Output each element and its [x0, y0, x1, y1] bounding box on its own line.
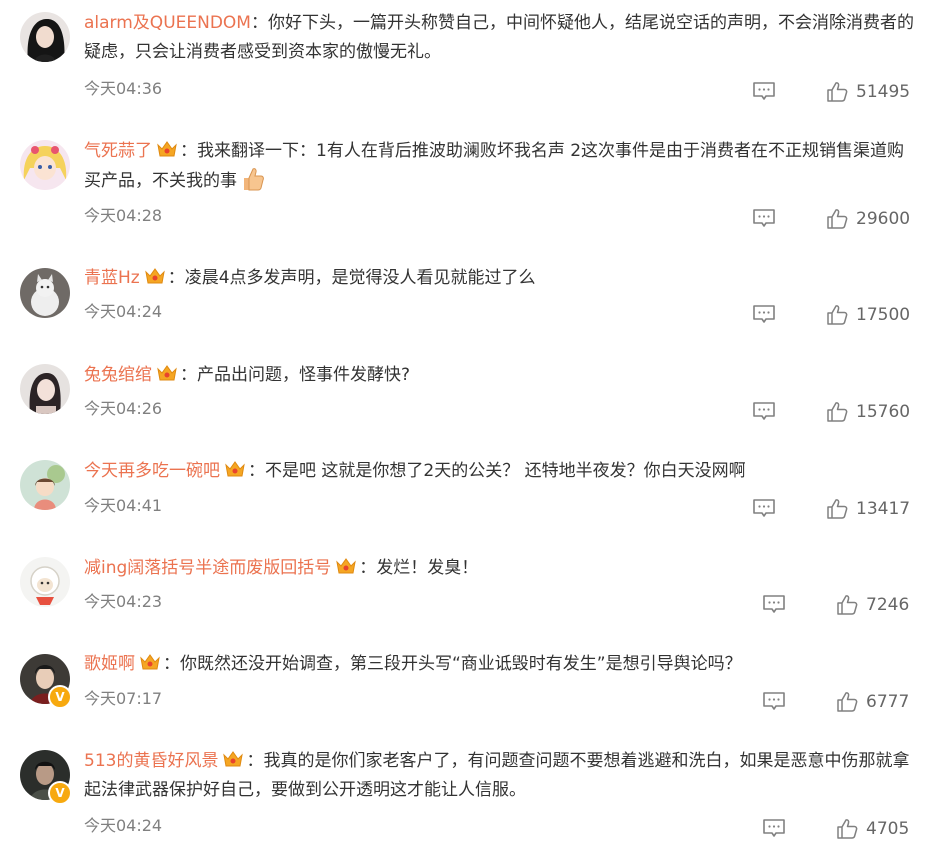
comment-text: 歌姬啊 ：你既然还没开始调查，第三段开头写“商业诋毁时有发生”是想引导舆论吗？ [84, 650, 914, 679]
timestamp: 今天04:36 [84, 79, 163, 98]
username[interactable]: 今天再多吃一碗吧 [84, 461, 220, 481]
avatar-cat-icon [20, 268, 70, 318]
timestamp: 今天04:23 [84, 592, 163, 611]
vip-crown-badge-icon [140, 654, 160, 670]
vip-crown-badge-icon [223, 751, 244, 767]
comment-text: alarm及QUEENDOM：你好下头，一篇开头称赞自己，中间怀疑他人，结尾说空… [84, 9, 914, 67]
thumbs-up-like-icon [827, 499, 848, 519]
like-count: 29600 [856, 209, 911, 229]
comment-text: 减ing阔落括号半途而废版回括号 ：发烂！发臭！ [84, 554, 914, 583]
like-count: 6777 [866, 692, 910, 712]
comment-reply-icon[interactable] [752, 208, 776, 228]
comment-reply-icon[interactable] [752, 401, 776, 421]
comment-body: 不是吧 这就是你想了2天的公关？ 还特地半夜发？你白天没网啊 [265, 461, 746, 481]
comment-reply-icon[interactable] [752, 304, 776, 324]
vip-crown-badge-icon [225, 461, 245, 477]
like-count: 51495 [856, 82, 911, 102]
username[interactable]: 兔兔绾绾 [84, 365, 152, 385]
separator: ： [180, 365, 197, 385]
like-button[interactable]: 13417 [826, 497, 910, 521]
like-button[interactable]: 4705 [836, 817, 909, 841]
thumbs-up-emoji-icon [244, 168, 264, 191]
timestamp: 今天07:17 [84, 689, 163, 708]
separator: ： [359, 558, 377, 578]
separator: ： [163, 654, 180, 674]
vip-crown-badge-icon [157, 365, 177, 381]
avatar[interactable] [20, 460, 70, 510]
comment-text: 今天再多吃一碗吧 ：不是吧 这就是你想了2天的公关？ 还特地半夜发？你白天没网啊 [84, 457, 914, 486]
comment-text: 气死蒜了 ：我来翻译一下：1有人在背后推波助澜败坏我名声 2这次事件是由于消费者在… [84, 137, 914, 196]
separator: ： [246, 751, 264, 771]
avatar-sheep-cartoon-icon [20, 557, 70, 607]
username[interactable]: 青蓝Hz [84, 268, 140, 288]
comment-body: 凌晨4点多发声明，是觉得没人看见就能过了么 [184, 268, 536, 288]
comment-text: 青蓝Hz ：凌晨4点多发声明，是觉得没人看见就能过了么 [84, 264, 914, 293]
like-button[interactable]: 7246 [836, 593, 909, 617]
thumbs-up-like-icon [827, 82, 848, 102]
separator: ： [180, 141, 197, 161]
like-count: 7246 [866, 595, 910, 615]
comment-body: 我来翻译一下：1有人在背后推波助澜败坏我名声 2这次事件是由于消费者在不正规销售… [84, 141, 905, 191]
comment-list: alarm及QUEENDOM：你好下头，一篇开头称赞自己，中间怀疑他人，结尾说空… [0, 0, 940, 857]
like-button[interactable]: 51495 [826, 80, 910, 104]
comment-reply-icon[interactable] [762, 691, 786, 711]
separator: ： [250, 13, 268, 33]
comment-reply-icon[interactable] [752, 81, 776, 101]
vip-crown-badge-icon [157, 141, 177, 157]
timestamp: 今天04:26 [84, 399, 163, 418]
timestamp: 今天04:24 [84, 816, 163, 835]
comment-reply-icon[interactable] [762, 594, 786, 614]
avatar-woman-dark-hair-icon [20, 12, 70, 62]
comment-body: 产品出问题，怪事件发酵快? [197, 365, 411, 385]
comment-body: 你既然还没开始调查，第三段开头写“商业诋毁时有发生”是想引导舆论吗？ [180, 654, 742, 674]
thumbs-up-like-icon [827, 209, 848, 229]
verified-v-badge-icon: V [48, 781, 72, 805]
like-button[interactable]: 6777 [836, 690, 909, 714]
username[interactable]: 气死蒜了 [84, 141, 152, 161]
like-button[interactable]: 15760 [826, 400, 910, 424]
comment-text: 兔兔绾绾 ：产品出问题，怪事件发酵快? [84, 361, 914, 390]
thumbs-up-like-icon [837, 692, 858, 712]
comment-body: 发烂！发臭！ [376, 558, 479, 578]
username[interactable]: 减ing阔落括号半途而废版回括号 [84, 558, 331, 578]
vip-crown-badge-icon [144, 268, 165, 284]
timestamp: 今天04:28 [84, 206, 163, 225]
verified-v-badge-icon: V [48, 685, 72, 709]
thumbs-up-like-icon [827, 402, 848, 422]
avatar[interactable] [20, 12, 70, 62]
separator: ： [248, 461, 265, 481]
avatar-illustration-girl-icon [20, 460, 70, 510]
like-count: 17500 [856, 305, 911, 325]
like-count: 4705 [866, 819, 910, 839]
username[interactable]: 513的黄昏好风景 [84, 751, 218, 771]
avatar-woman-photo-icon [20, 364, 70, 414]
avatar[interactable] [20, 140, 70, 190]
avatar[interactable] [20, 557, 70, 607]
like-count: 15760 [856, 402, 911, 422]
like-button[interactable]: 17500 [826, 303, 910, 327]
thumbs-up-like-icon [827, 305, 848, 325]
avatar-anime-girl-icon [20, 140, 70, 190]
like-button[interactable]: 29600 [826, 207, 910, 231]
vip-crown-badge-icon [336, 558, 357, 574]
thumbs-up-like-icon [837, 595, 858, 615]
thumbs-up-like-icon [837, 819, 858, 839]
username[interactable]: 歌姬啊 [84, 654, 135, 674]
avatar[interactable] [20, 364, 70, 414]
like-count: 13417 [856, 499, 911, 519]
timestamp: 今天04:24 [84, 302, 163, 321]
avatar[interactable] [20, 268, 70, 318]
comment-text: 513的黄昏好风景 ：我真的是你们家老客户了，有问题查问题不要想着逃避和洗白，如果… [84, 747, 914, 805]
username[interactable]: alarm及QUEENDOM [84, 13, 251, 33]
timestamp: 今天04:41 [84, 496, 163, 515]
separator: ： [167, 268, 185, 288]
comment-reply-icon[interactable] [762, 818, 786, 838]
comment-reply-icon[interactable] [752, 498, 776, 518]
